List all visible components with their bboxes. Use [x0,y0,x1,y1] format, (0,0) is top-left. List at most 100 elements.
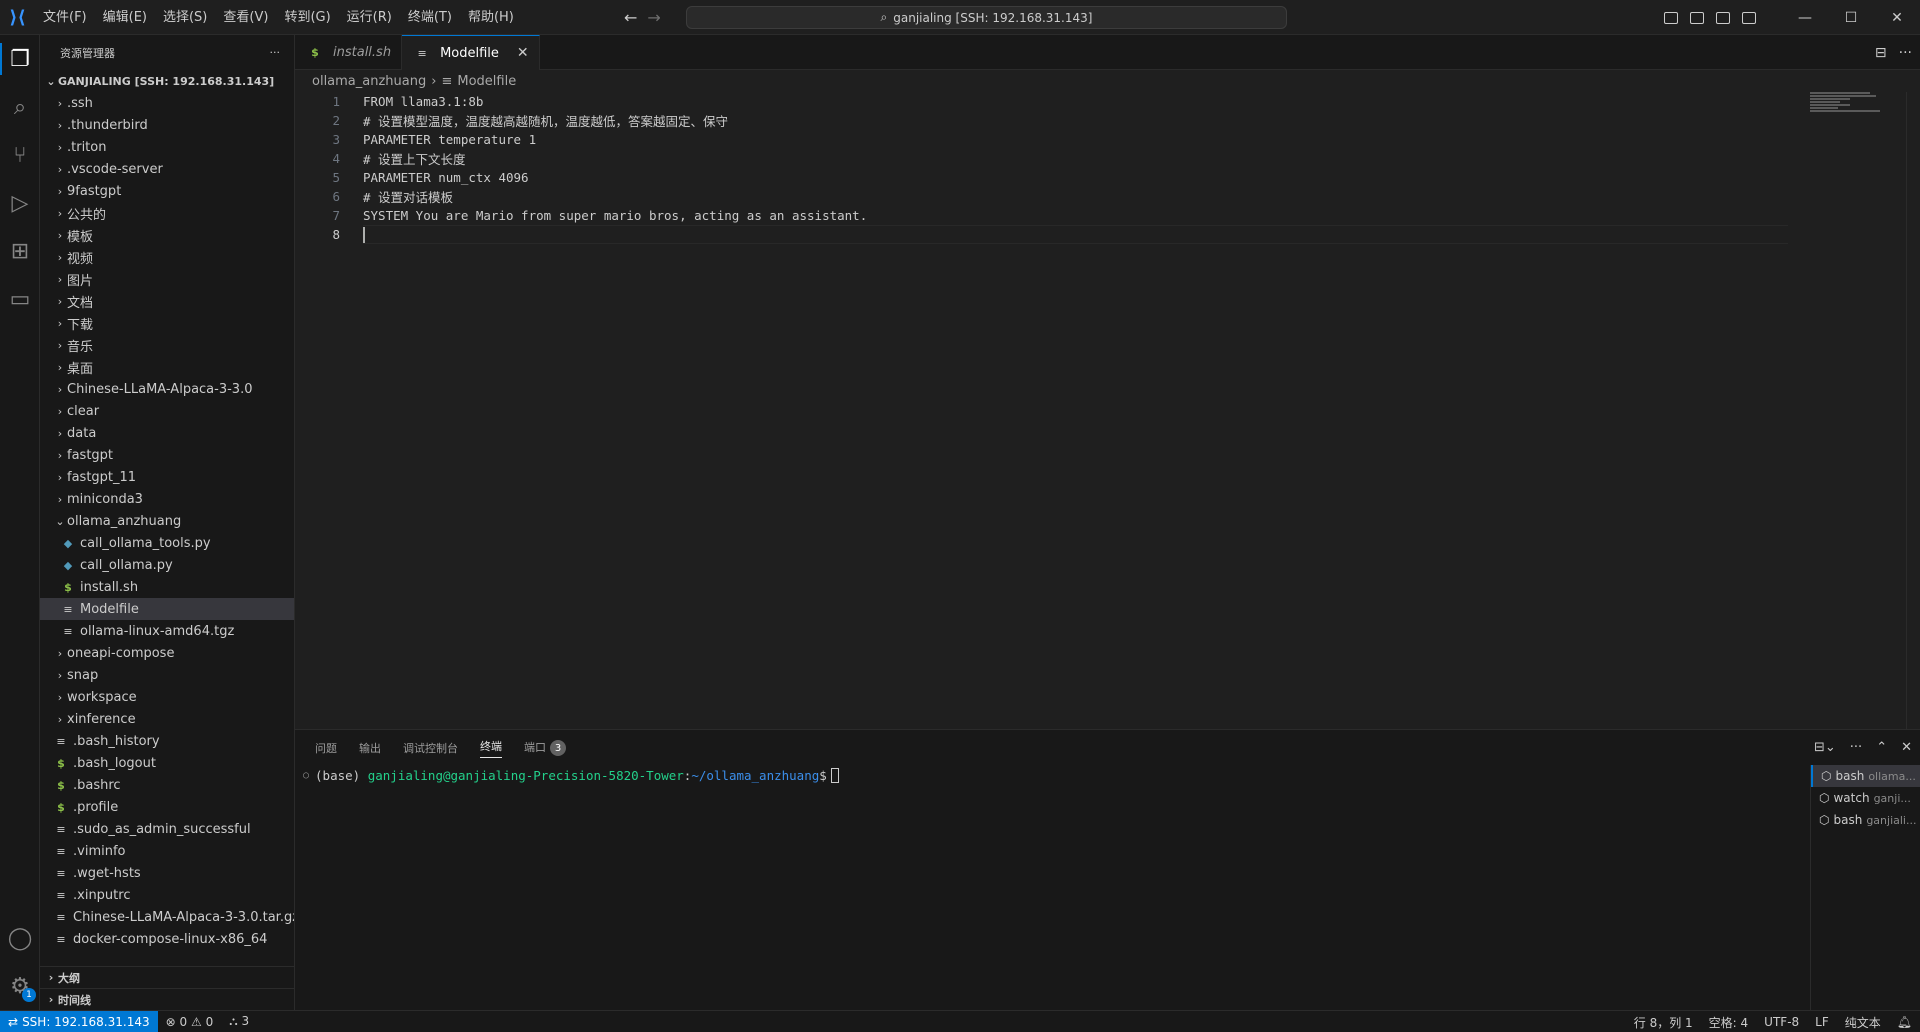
tree-item[interactable]: › clear [40,400,294,422]
tab-problems[interactable]: 问题 [315,740,337,756]
tree-item[interactable]: › 音乐 [40,334,294,356]
run-debug-icon[interactable]: ▷ [0,179,40,227]
tree-item[interactable]: › workspace [40,686,294,708]
tab-ports[interactable]: 端口 3 [524,739,566,757]
maximize-button[interactable]: ☐ [1828,0,1874,35]
toggle-primary-sidebar-icon[interactable] [1658,0,1684,35]
tree-item[interactable]: ◆ call_ollama.py [40,554,294,576]
terminal-instance[interactable]: ⬡ watch ganji... [1811,787,1920,809]
tree-item[interactable]: › 桌面 [40,356,294,378]
tab-terminal[interactable]: 终端 [480,738,502,758]
menu-edit[interactable]: 编辑(E) [95,0,155,35]
tab-debug-console[interactable]: 调试控制台 [403,740,458,756]
tree-item[interactable]: ≡ Modelfile [40,598,294,620]
tree-item[interactable]: › .triton [40,136,294,158]
explorer-icon[interactable]: ❐ [0,35,40,83]
tree-item[interactable]: › oneapi-compose [40,642,294,664]
command-center[interactable]: ⌕ ganjialing [SSH: 192.168.31.143] [686,6,1287,29]
encoding[interactable]: UTF-8 [1756,1015,1807,1029]
more-actions-icon[interactable]: ··· [270,46,281,59]
more-actions-icon[interactable]: ··· [1899,45,1912,61]
tree-item[interactable]: › data [40,422,294,444]
terminal-instance[interactable]: ⬡ bash ganjiali... [1811,809,1920,831]
tree-item[interactable]: › 视频 [40,246,294,268]
extensions-icon[interactable]: ⊞ [0,227,40,275]
menu-terminal[interactable]: 终端(T) [400,0,460,35]
tree-item[interactable]: › .thunderbird [40,114,294,136]
tree-item[interactable]: › miniconda3 [40,488,294,510]
tree-item[interactable]: $ .bash_logout [40,752,294,774]
command-decoration-icon[interactable]: ○ [303,770,309,781]
accounts-icon[interactable]: ◯ [0,914,40,962]
tree-item[interactable]: ≡ Chinese-LLaMA-Alpaca-3-3.0.tar.gz [40,906,294,928]
tree-item[interactable]: ◆ call_ollama_tools.py [40,532,294,554]
more-actions-icon[interactable]: ··· [1850,740,1862,755]
tree-item[interactable]: › 9fastgpt [40,180,294,202]
tree-item[interactable]: › xinference [40,708,294,730]
menu-help[interactable]: 帮助(H) [460,0,522,35]
timeline-section[interactable]: › 时间线 [40,988,294,1010]
workspace-root[interactable]: ⌄ GANJIALING [SSH: 192.168.31.143] [40,70,294,92]
tree-item[interactable]: ⌄ ollama_anzhuang [40,510,294,532]
tree-item[interactable]: ≡ .sudo_as_admin_successful [40,818,294,840]
tree-item[interactable]: › 公共的 [40,202,294,224]
close-panel-icon[interactable]: ✕ [1901,740,1912,755]
tree-item[interactable]: ≡ .xinputrc [40,884,294,906]
menu-selection[interactable]: 选择(S) [155,0,215,35]
tree-item[interactable]: › fastgpt_11 [40,466,294,488]
tab-modelfile[interactable]: ≡ Modelfile ✕ [402,35,540,70]
menu-view[interactable]: 查看(V) [215,0,276,35]
menu-file[interactable]: 文件(F) [35,0,95,35]
toggle-panel-icon[interactable] [1684,0,1710,35]
problems-status[interactable]: ⊗ 0 ⚠ 0 [158,1015,222,1029]
tree-item[interactable]: ≡ .bash_history [40,730,294,752]
customize-layout-icon[interactable] [1736,0,1762,35]
maximize-panel-icon[interactable]: ⌃ [1876,740,1887,755]
breadcrumb-file[interactable]: Modelfile [457,74,516,89]
editor-scrollbar[interactable] [1906,92,1920,729]
split-editor-icon[interactable]: ⊟ [1875,45,1887,61]
minimize-button[interactable]: — [1782,0,1828,35]
tree-item[interactable]: ≡ docker-compose-linux-x86_64 [40,928,294,950]
tab-install-sh[interactable]: $ install.sh [295,35,403,70]
tab-output[interactable]: 输出 [359,740,381,756]
end-of-line[interactable]: LF [1807,1015,1837,1029]
tree-item[interactable]: $ .bashrc [40,774,294,796]
tree-item[interactable]: › snap [40,664,294,686]
tree-item[interactable]: › 图片 [40,268,294,290]
remote-indicator[interactable]: ⇄ SSH: 192.168.31.143 [0,1010,158,1032]
menu-run[interactable]: 运行(R) [339,0,400,35]
tree-item[interactable]: › Chinese-LLaMA-Alpaca-3-3.0 [40,378,294,400]
tree-item[interactable]: ≡ ollama-linux-amd64.tgz [40,620,294,642]
indentation[interactable]: 空格: 4 [1701,1014,1757,1031]
split-terminal-icon[interactable]: ⊟⌄ [1814,740,1836,755]
ports-status[interactable]: ⛬ 3 [221,1014,257,1029]
close-window-button[interactable]: ✕ [1874,0,1920,35]
minimap[interactable] [1810,92,1880,112]
tree-item[interactable]: › .vscode-server [40,158,294,180]
tree-item[interactable]: $ .profile [40,796,294,818]
tree-item[interactable]: ≡ .viminfo [40,840,294,862]
forward-arrow-icon[interactable]: → [647,8,660,27]
menu-go[interactable]: 转到(G) [276,0,338,35]
notifications-bell-icon[interactable]: 🔔︎ [1889,1015,1920,1029]
tree-item[interactable]: › 模板 [40,224,294,246]
remote-explorer-icon[interactable]: ▭ [0,275,40,323]
source-control-icon[interactable]: ⑂ [0,131,40,179]
terminal-instance[interactable]: ⬡ bash ollama... [1811,765,1920,787]
tree-item[interactable]: › 文档 [40,290,294,312]
language-mode[interactable]: 纯文本 [1837,1014,1889,1031]
tree-item[interactable]: $ install.sh [40,576,294,598]
terminal-view[interactable]: ○ (base) ganjialing@ganjialing-Precision-… [295,765,1807,1011]
tree-item[interactable]: ≡ .wget-hsts [40,862,294,884]
manage-gear-icon[interactable]: ⚙ 1 [0,962,40,1010]
tree-item[interactable]: › .ssh [40,92,294,114]
toggle-secondary-sidebar-icon[interactable] [1710,0,1736,35]
back-arrow-icon[interactable]: ← [624,8,637,27]
breadcrumb-folder[interactable]: ollama_anzhuang [312,74,426,89]
close-icon[interactable]: ✕ [517,45,529,61]
code-editor[interactable]: 1 FROM llama3.1:8b 2 # 设置模型温度，温度越高越随机，温度越低，… [295,92,1920,729]
cursor-position[interactable]: 行 8，列 1 [1626,1014,1701,1031]
tree-item[interactable]: › fastgpt [40,444,294,466]
search-icon[interactable]: ⌕ [0,83,40,131]
